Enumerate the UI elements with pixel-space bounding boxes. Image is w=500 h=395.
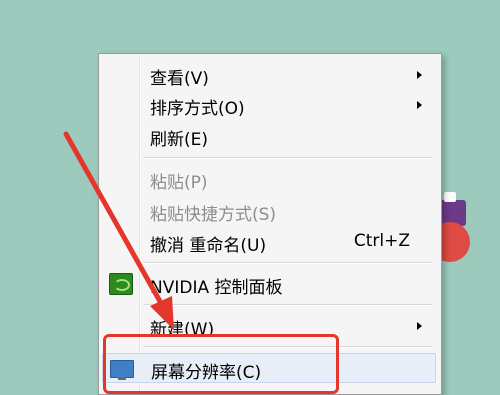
annotation-arrow	[63, 131, 174, 330]
